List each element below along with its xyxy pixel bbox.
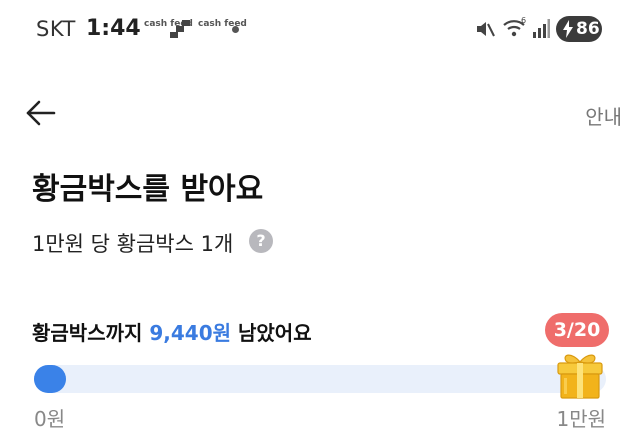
question-icon[interactable]: ?	[249, 229, 273, 253]
progress-bar	[34, 365, 606, 393]
progress-fill	[34, 365, 67, 393]
status-bar: SKT 1:44 cash feed cash feed 6 86	[0, 0, 640, 60]
remaining-prefix: 황금박스까지	[32, 321, 150, 345]
battery-indicator: 86	[556, 16, 602, 42]
cashfeed-notification-icon-2: cash feed	[198, 19, 247, 29]
gift-box-icon	[557, 354, 603, 399]
box-count-badge: 3/20	[545, 313, 609, 347]
battery-level: 86	[576, 19, 600, 39]
svg-text:6: 6	[521, 16, 526, 25]
progress-max-label: 1만원	[556, 407, 606, 431]
mute-icon	[477, 22, 495, 37]
charging-bolt-icon	[563, 20, 573, 38]
carrier-label: SKT	[36, 17, 76, 41]
remaining-amount: 9,440원	[149, 321, 232, 345]
signal-icon	[533, 19, 550, 38]
wifi-icon: 6	[503, 16, 526, 37]
page-title: 황금박스를 받아요	[32, 172, 264, 207]
remaining-text: 황금박스까지 9,440원 남았어요	[32, 317, 312, 346]
remaining-suffix: 남았어요	[231, 321, 312, 345]
subtitle: 1만원 당 황금박스 1개	[32, 232, 234, 256]
progress-min-label: 0원	[34, 407, 66, 431]
clock: 1:44	[86, 16, 141, 41]
back-arrow-icon[interactable]	[24, 98, 58, 128]
more-notifications-icon	[232, 26, 239, 33]
help-button[interactable]: 안내	[585, 101, 622, 130]
app-notification-icon	[170, 20, 190, 38]
